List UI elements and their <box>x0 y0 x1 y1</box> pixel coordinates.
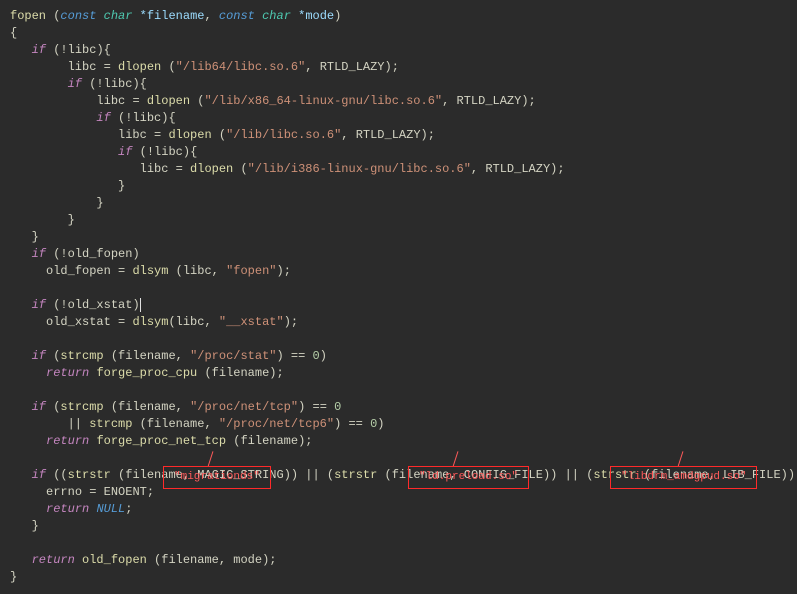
str-fopen: "fopen" <box>226 264 276 278</box>
const-rtld: RTLD_LAZY <box>320 60 385 74</box>
call-forge-net: forge_proc_net_tcp <box>96 434 226 448</box>
ident-old-xstat: old_xstat <box>68 298 133 312</box>
str-libso6: "/lib/libc.so.6" <box>226 128 341 142</box>
star: * <box>140 9 147 23</box>
num-zero: 0 <box>313 349 320 363</box>
param: filename <box>147 9 205 23</box>
str-x86-64: "/lib/x86_64-linux-gnu/libc.so.6" <box>204 94 442 108</box>
kw-null: NULL <box>96 502 125 516</box>
kw-if: if <box>32 43 46 57</box>
str-proc-stat: "/proc/stat" <box>190 349 276 363</box>
str-i386: "/lib/i386-linux-gnu/libc.so.6" <box>248 162 471 176</box>
call-dlsym: dlsym <box>132 264 168 278</box>
text-cursor[interactable] <box>140 298 141 312</box>
annotation-magic-string: "migrationds" <box>163 466 271 489</box>
call-old-fopen: old_fopen <box>82 553 147 567</box>
func-name: fopen <box>10 9 46 23</box>
str-lib64: "/lib64/libc.so.6" <box>176 60 306 74</box>
str-xstat: "__xstat" <box>219 315 284 329</box>
annotation-config-file: "ld.preload.so" <box>408 466 529 489</box>
call-dlopen: dlopen <box>118 60 161 74</box>
str-proc-net-tcp: "/proc/net/tcp" <box>190 400 298 414</box>
comma: , <box>204 9 211 23</box>
kw-const: const <box>60 9 96 23</box>
param: mode <box>305 9 334 23</box>
const-enoent: ENOENT <box>104 485 147 499</box>
call-strstr: strstr <box>68 468 111 482</box>
kw-char: char <box>262 9 291 23</box>
paren: ) <box>334 9 341 23</box>
kw-return: return <box>46 366 89 380</box>
ident-errno: errno <box>46 485 82 499</box>
code-block: fopen (const char *filename, const char … <box>10 8 797 586</box>
call-strcmp: strcmp <box>60 349 103 363</box>
brace: { <box>10 26 17 40</box>
ident-old-fopen: old_fopen <box>68 247 133 261</box>
call-forge-cpu: forge_proc_cpu <box>96 366 197 380</box>
kw-char: char <box>104 9 133 23</box>
str-proc-net-tcp6: "/proc/net/tcp6" <box>219 417 334 431</box>
annotation-lib-file: "libdrm_amdgpud.so" <box>610 466 757 489</box>
ident-libc: libc <box>68 43 97 57</box>
kw-const: const <box>219 9 255 23</box>
